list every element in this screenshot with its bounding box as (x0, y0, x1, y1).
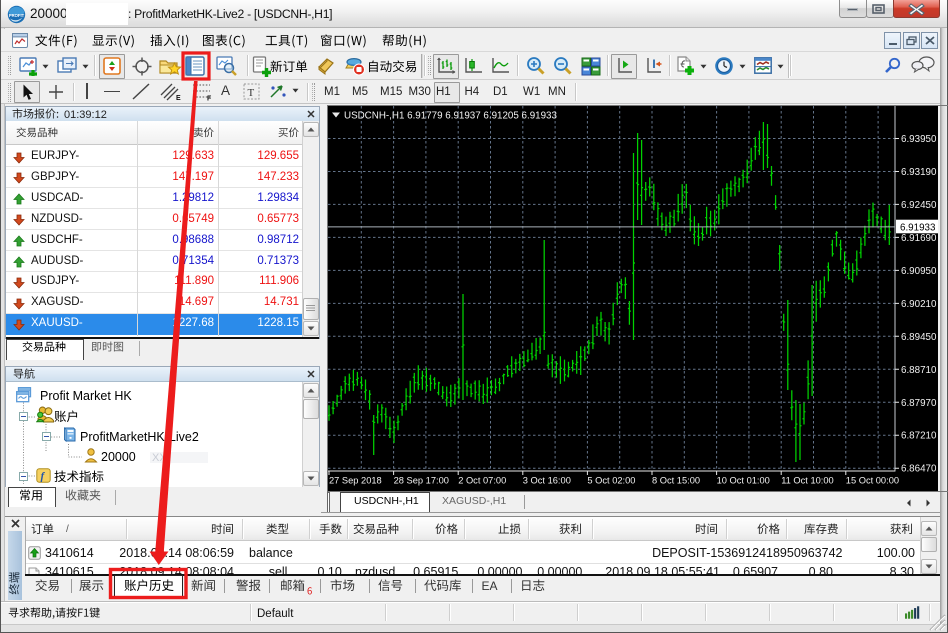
svg-text:2 Oct 07:00: 2 Oct 07:00 (458, 476, 506, 486)
svg-text:USDCNH-,H1 6.91779 6.91937 6.: USDCNH-,H1 6.91779 6.91937 6.91205 6.919… (344, 111, 558, 122)
svg-text:11 Oct 10:00: 11 Oct 10:00 (781, 476, 834, 486)
svg-text:F: F (207, 96, 212, 102)
svg-text:6.91690: 6.91690 (901, 233, 937, 244)
svg-text:6.89450: 6.89450 (901, 332, 937, 343)
svg-text:6.91933: 6.91933 (900, 223, 936, 234)
svg-text:T: T (248, 87, 255, 99)
svg-text:3 Oct 16:00: 3 Oct 16:00 (523, 476, 571, 486)
svg-text:6.93190: 6.93190 (901, 167, 937, 178)
svg-text:15 Oct 00:00: 15 Oct 00:00 (846, 476, 899, 486)
svg-text:6.90210: 6.90210 (901, 299, 937, 310)
svg-text:6.92450: 6.92450 (901, 200, 937, 211)
svg-text:10 Oct 01:00: 10 Oct 01:00 (717, 476, 770, 486)
svg-text:27 Sep 2018: 27 Sep 2018 (329, 476, 382, 486)
svg-text:6.87970: 6.87970 (901, 398, 937, 409)
svg-text:28 Sep 17:00: 28 Sep 17:00 (394, 476, 449, 486)
svg-text:PROFIT: PROFIT (9, 13, 25, 18)
svg-text:6.93950: 6.93950 (901, 134, 937, 145)
svg-text:5 Oct 02:00: 5 Oct 02:00 (587, 476, 635, 486)
svg-text:6.90950: 6.90950 (901, 266, 937, 277)
svg-text:8 Oct 15:00: 8 Oct 15:00 (652, 476, 700, 486)
svg-text:6.86470: 6.86470 (901, 464, 937, 475)
svg-text:6.88710: 6.88710 (901, 365, 937, 376)
svg-text:6.87210: 6.87210 (901, 431, 937, 442)
svg-text:E: E (176, 95, 181, 101)
